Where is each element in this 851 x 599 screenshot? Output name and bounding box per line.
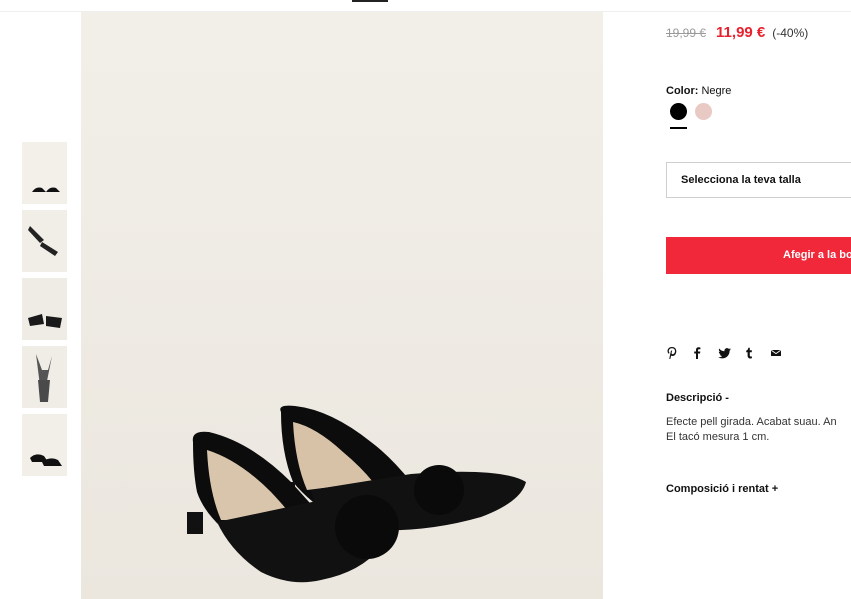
original-price: 19,99 € <box>666 26 707 40</box>
description-line-1: Efecte pell girada. Acabat suau. An <box>666 416 837 428</box>
thumbnail-1[interactable] <box>22 142 67 204</box>
price-row: 19,99 € 11,99 € (-40%) <box>666 24 808 41</box>
thumbnail-3[interactable] <box>22 278 67 340</box>
description-toggle[interactable]: Descripció - <box>666 392 729 404</box>
email-icon[interactable] <box>770 346 796 360</box>
size-selector[interactable]: Selecciona la teva talla <box>666 162 851 198</box>
description-text: Efecte pell girada. Acabat suau. An El t… <box>666 415 851 445</box>
facebook-icon[interactable] <box>692 346 718 360</box>
thumbnail-4[interactable] <box>22 346 67 408</box>
share-icons <box>666 346 796 360</box>
main-product-image[interactable] <box>81 12 603 599</box>
description-line-2: El tacó mesura 1 cm. <box>666 431 770 443</box>
color-label-key: Color: <box>666 85 699 97</box>
add-to-bag-button[interactable]: Afegir a la bo <box>666 237 851 274</box>
discount-badge: (-40%) <box>772 26 809 40</box>
color-label: Color: Negre <box>666 85 731 97</box>
tumblr-icon[interactable] <box>744 346 770 360</box>
thumbnail-gallery <box>22 142 67 482</box>
color-swatch-pink[interactable] <box>695 103 712 120</box>
thumbnail-5[interactable] <box>22 414 67 476</box>
top-indicator <box>352 0 388 2</box>
pinterest-icon[interactable] <box>666 346 692 360</box>
product-info-panel: 19,99 € 11,99 € (-40%) Color: Negre Sele… <box>666 12 851 599</box>
sale-price: 11,99 € <box>716 24 766 41</box>
color-swatch-black[interactable] <box>670 103 687 120</box>
composition-toggle[interactable]: Composició i rentat + <box>666 483 778 495</box>
thumbnail-2[interactable] <box>22 210 67 272</box>
selected-swatch-indicator <box>670 127 687 129</box>
twitter-icon[interactable] <box>718 346 744 360</box>
color-label-value: Negre <box>701 85 732 97</box>
